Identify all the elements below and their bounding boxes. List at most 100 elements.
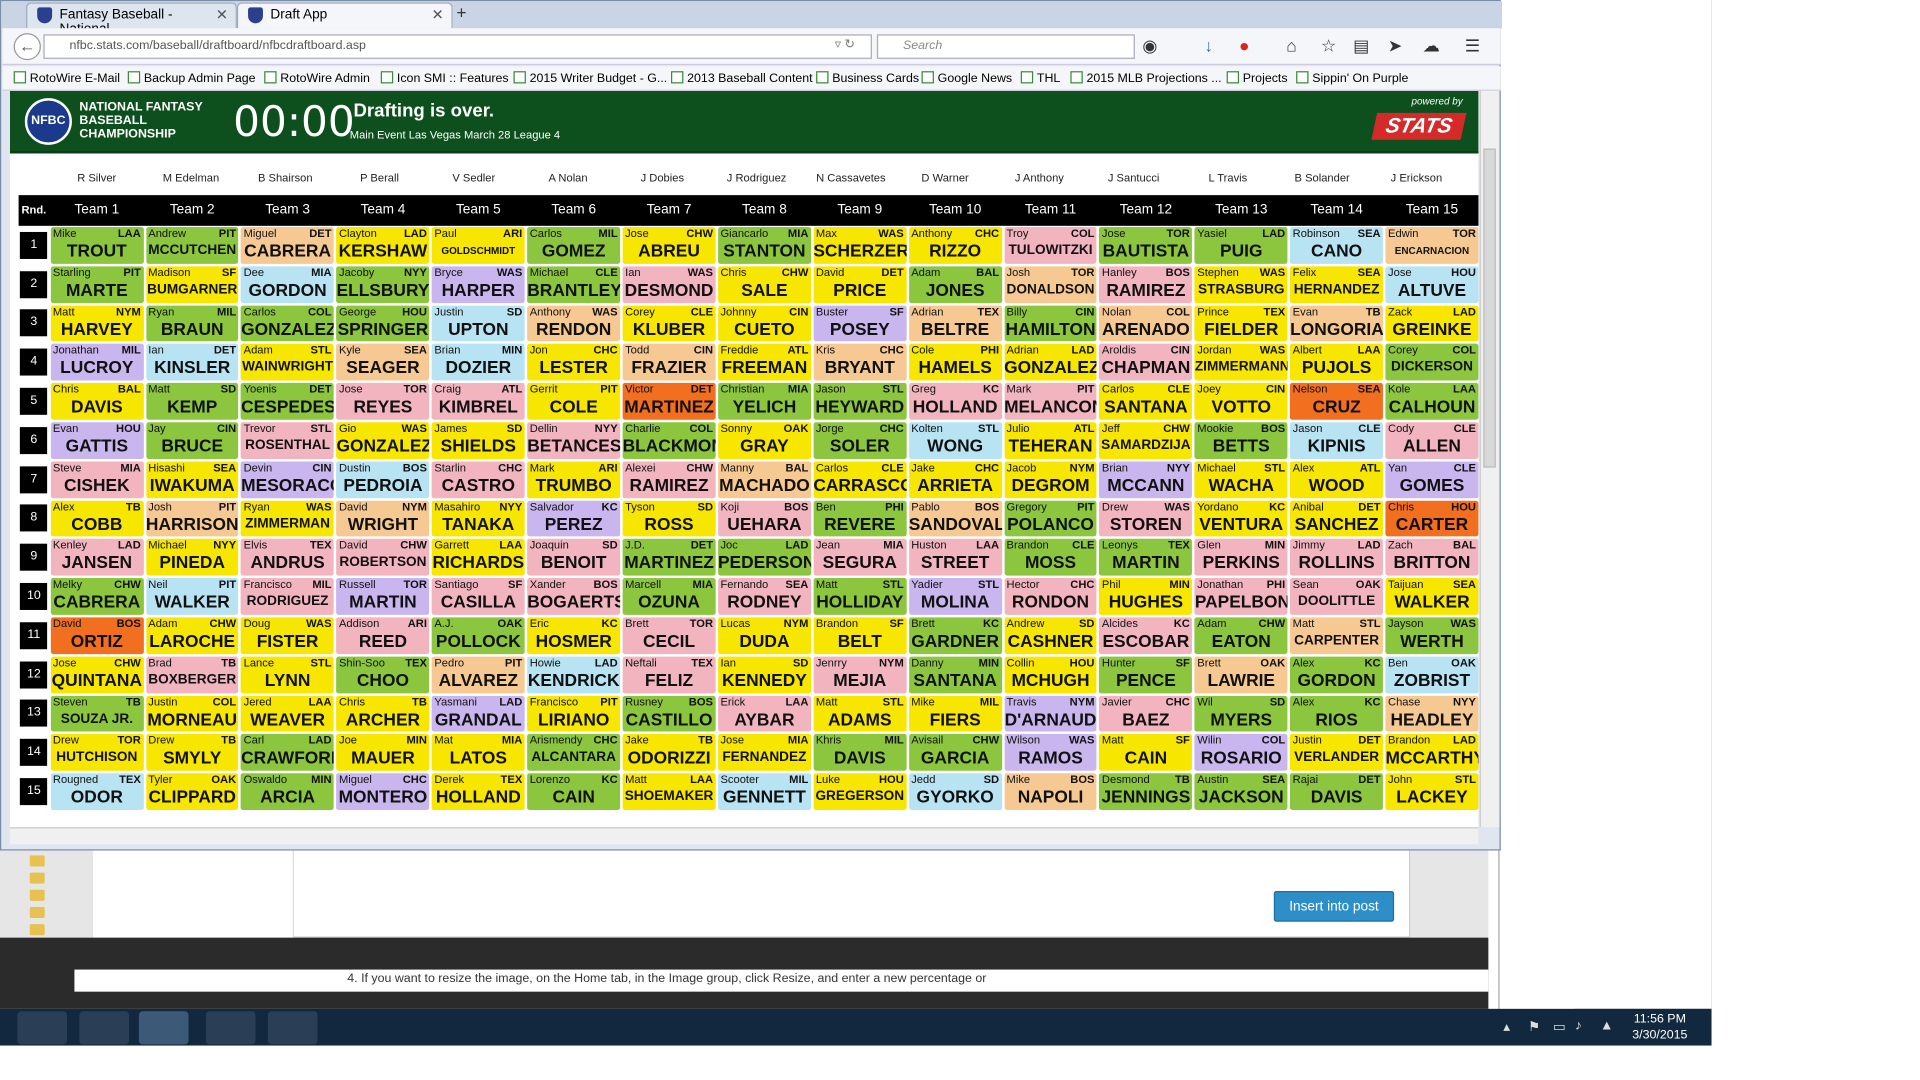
pick-cell[interactable]: Lucas NYM DUDA	[717, 617, 811, 654]
pick-cell[interactable]: Desmond TB JENNINGS	[1099, 773, 1193, 810]
bookmark-item[interactable]: Google News	[921, 71, 1012, 86]
pick-cell[interactable]: Pablo BOS SANDOVAL	[908, 500, 1002, 537]
pick-cell[interactable]: Matt LAA SHOEMAKER	[622, 773, 716, 810]
pick-cell[interactable]: Neftali TEX FELIZ	[622, 656, 716, 693]
pick-cell[interactable]: Carlos CLE CARRASCO	[813, 461, 907, 498]
pick-cell[interactable]: Stephen WAS STRASBURG	[1194, 266, 1288, 303]
pick-cell[interactable]: Hector CHC RONDON	[1004, 578, 1097, 615]
pick-cell[interactable]: Danny MIN SANTANA	[908, 656, 1002, 693]
pick-cell[interactable]: Justin DET VERLANDER	[1290, 734, 1384, 771]
bookmark-star-icon[interactable]: ☆	[1321, 36, 1337, 57]
pick-cell[interactable]: Sonny OAK GRAY	[717, 422, 811, 459]
close-icon[interactable]: ✕	[216, 6, 228, 23]
pick-cell[interactable]: Alex ATL WOOD	[1290, 461, 1384, 498]
pick-cell[interactable]: Jose MIA FERNANDEZ	[717, 734, 811, 771]
pick-cell[interactable]: Starlin CHC CASTRO	[431, 461, 525, 498]
pick-cell[interactable]: J.D. DET MARTINEZ	[622, 539, 716, 576]
download-icon[interactable]: ↓	[1204, 36, 1213, 56]
pick-cell[interactable]: Joaquin SD BENOIT	[527, 539, 621, 576]
pick-cell[interactable]: Ben PHI REVERE	[813, 500, 907, 537]
tab-fantasy-baseball[interactable]: Fantasy Baseball - National... ✕	[26, 2, 237, 37]
pick-cell[interactable]: Jose TOR BAUTISTA	[1099, 227, 1193, 264]
pick-cell[interactable]: Corey CLE KLUBER	[622, 305, 716, 342]
pick-cell[interactable]: Garrett LAA RICHARDS	[431, 539, 525, 576]
chat-icon[interactable]: ☁	[1423, 36, 1440, 57]
pick-cell[interactable]: Wil SD MYERS	[1194, 695, 1288, 732]
pick-cell[interactable]: Gerrit PIT COLE	[527, 383, 621, 420]
pick-cell[interactable]: Carl LAD CRAWFORD	[241, 734, 335, 771]
pick-cell[interactable]: Justin SD UPTON	[431, 305, 525, 342]
pick-cell[interactable]: Addison ARI REED	[336, 617, 430, 654]
pick-cell[interactable]: Ben OAK ZOBRIST	[1385, 656, 1479, 693]
firefox-icon[interactable]	[138, 1011, 189, 1045]
pick-cell[interactable]: Billy CIN HAMILTON	[1004, 305, 1097, 342]
pick-cell[interactable]: Cole PHI HAMELS	[908, 344, 1002, 381]
pick-cell[interactable]: Steven TB SOUZA JR.	[50, 695, 144, 732]
bookmark-item[interactable]: THL	[1020, 71, 1060, 86]
pick-cell[interactable]: Freddie ATL FREEMAN	[717, 344, 811, 381]
pick-cell[interactable]: Hanley BOS RAMIREZ	[1099, 266, 1193, 303]
reload-icon[interactable]: ▿ ↻	[835, 38, 855, 52]
pick-cell[interactable]: Rougned TEX ODOR	[50, 773, 144, 810]
pick-cell[interactable]: Michael CLE BRANTLEY	[527, 266, 621, 303]
pick-cell[interactable]: David BOS ORTIZ	[50, 617, 144, 654]
bookmark-item[interactable]: 2013 Baseball Content	[671, 71, 813, 86]
pick-cell[interactable]: Corey COL DICKERSON	[1385, 344, 1479, 381]
drive-icon[interactable]: ▲	[1600, 1019, 1614, 1034]
pick-cell[interactable]: Scooter MIL GENNETT	[717, 773, 811, 810]
runner-app-icon[interactable]	[205, 1011, 256, 1045]
bookmark-item[interactable]: Icon SMI :: Features	[380, 71, 509, 86]
bookmark-item[interactable]: 2015 Writer Budget - G...	[513, 71, 667, 86]
pick-cell[interactable]: Trevor STL ROSENTHAL	[241, 422, 335, 459]
pick-cell[interactable]: Jacob NYM DEGROM	[1004, 461, 1097, 498]
pick-cell[interactable]: Koji BOS UEHARA	[717, 500, 811, 537]
pick-cell[interactable]: Greg KC HOLLAND	[908, 383, 1002, 420]
bookmark-item[interactable]: Projects	[1226, 71, 1288, 86]
pick-cell[interactable]: John STL LACKEY	[1385, 773, 1479, 810]
adblock-icon[interactable]: ●	[1239, 36, 1250, 56]
pick-cell[interactable]: Jose TOR REYES	[336, 383, 430, 420]
pick-cell[interactable]: Chris CHW SALE	[717, 266, 811, 303]
scrollbar-thumb[interactable]	[1483, 148, 1496, 468]
network-icon[interactable]: ▭	[1553, 1019, 1566, 1035]
pick-cell[interactable]: Gio WAS GONZALEZ	[336, 422, 430, 459]
pick-cell[interactable]: Jimmy LAD ROLLINS	[1290, 539, 1384, 576]
pick-cell[interactable]: Hunter SF PENCE	[1099, 656, 1193, 693]
media-player-icon[interactable]	[17, 1011, 67, 1045]
pick-cell[interactable]: Miguel DET CABRERA	[241, 227, 335, 264]
pick-cell[interactable]: Howie LAD KENDRICK	[527, 656, 621, 693]
pick-cell[interactable]: Elvis TEX ANDRUS	[241, 539, 335, 576]
pick-cell[interactable]: Phil MIN HUGHES	[1099, 578, 1193, 615]
pick-cell[interactable]: Cody CLE ALLEN	[1385, 422, 1479, 459]
pick-cell[interactable]: Lance STL LYNN	[241, 656, 335, 693]
pick-cell[interactable]: Prince TEX FIELDER	[1194, 305, 1288, 342]
pick-cell[interactable]: Adam BAL JONES	[908, 266, 1002, 303]
pick-cell[interactable]: Zach BAL BRITTON	[1385, 539, 1479, 576]
pick-cell[interactable]: Matt SF CAIN	[1099, 734, 1193, 771]
pick-cell[interactable]: Justin COL MORNEAU	[145, 695, 239, 732]
bookmark-item[interactable]: Backup Admin Page	[127, 71, 256, 86]
pick-cell[interactable]: Brad TB BOXBERGER	[145, 656, 239, 693]
pick-cell[interactable]: Yasmani LAD GRANDAL	[431, 695, 525, 732]
shield-app-icon[interactable]	[79, 1011, 129, 1045]
pick-cell[interactable]: Christian MIA YELICH	[717, 383, 811, 420]
pick-cell[interactable]: Alcides KC ESCOBAR	[1099, 617, 1193, 654]
pick-cell[interactable]: Mike MIL FIERS	[908, 695, 1002, 732]
pick-cell[interactable]: Tyson SD ROSS	[622, 500, 716, 537]
pick-cell[interactable]: Brandon CLE MOSS	[1004, 539, 1097, 576]
pick-cell[interactable]: Alex TB COBB	[50, 500, 144, 537]
pick-cell[interactable]: Gregory PIT POLANCO	[1004, 500, 1097, 537]
horizontal-scrollbar[interactable]	[9, 827, 1479, 845]
pick-cell[interactable]: Tyler OAK CLIPPARD	[145, 773, 239, 810]
url-input[interactable]: nfbc.stats.com/baseball/draftboard/nfbcd…	[43, 34, 872, 59]
bookmark-item[interactable]: Sippin' On Purple	[1296, 71, 1408, 86]
pick-cell[interactable]: Felix SEA HERNANDEZ	[1290, 266, 1384, 303]
pick-cell[interactable]: Neil PIT WALKER	[145, 578, 239, 615]
pick-cell[interactable]: Chris HOU CARTER	[1385, 500, 1479, 537]
pick-cell[interactable]: Andrew PIT MCCUTCHEN	[145, 227, 239, 264]
pick-cell[interactable]: Madison SF BUMGARNER	[145, 266, 239, 303]
pick-cell[interactable]: Mark ARI TRUMBO	[527, 461, 621, 498]
pick-cell[interactable]: Albert LAA PUJOLS	[1290, 344, 1384, 381]
pick-cell[interactable]: Giancarlo MIA STANTON	[717, 227, 811, 264]
pick-cell[interactable]: Matt NYM HARVEY	[50, 305, 144, 342]
